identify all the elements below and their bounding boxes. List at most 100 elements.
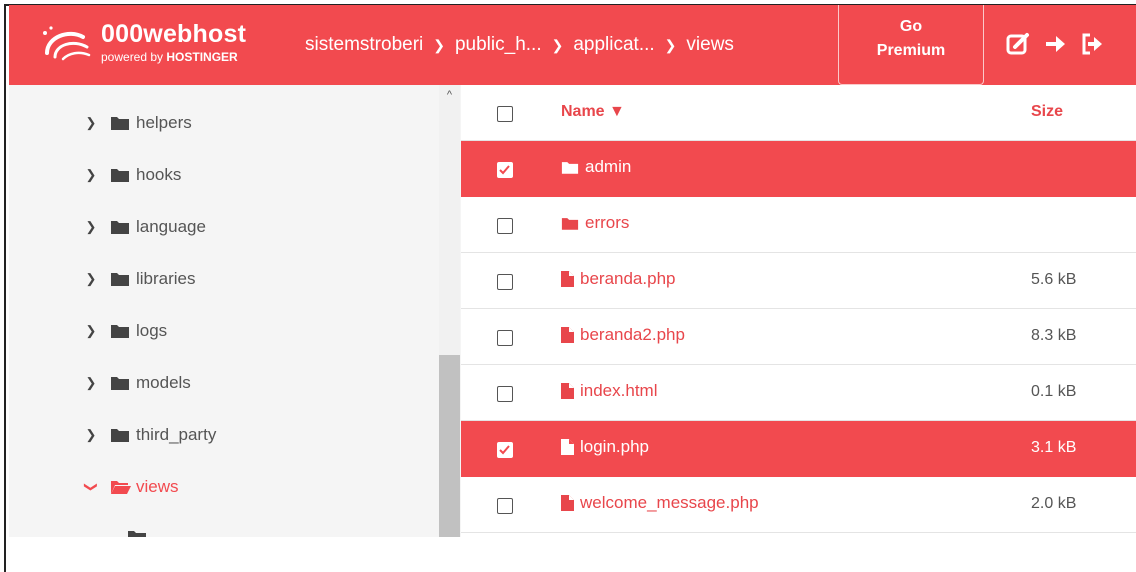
brand-sub-prefix: powered by (101, 50, 167, 64)
row-checkbox[interactable] (497, 162, 513, 178)
folder-icon (110, 271, 134, 287)
row-checkbox[interactable] (497, 274, 513, 290)
tree-item-label: logs (136, 321, 168, 340)
file-row-errors[interactable]: errors (461, 197, 1136, 253)
file-name-cell[interactable]: index.html (561, 381, 657, 401)
tree-item-partial (127, 529, 187, 537)
chevron-right-icon[interactable]: ❯ (76, 271, 106, 287)
top-bar: 000webhost powered by HOSTINGER sistemst… (9, 5, 1136, 85)
breadcrumb-item[interactable]: public_h... (449, 34, 548, 56)
chevron-right-icon[interactable]: ❯ (76, 323, 106, 339)
breadcrumb: sistemstroberi ❯ public_h... ❯ applicat.… (299, 31, 740, 59)
breadcrumb-item[interactable]: views (680, 34, 740, 56)
file-icon (561, 271, 574, 287)
file-size: 3.1 kB (1031, 439, 1077, 456)
scroll-up-icon[interactable]: ^ (439, 89, 460, 103)
tree-item-label: libraries (136, 269, 196, 288)
swirl-logo-icon (43, 26, 91, 61)
arrow-right-icon[interactable] (1043, 31, 1069, 57)
file-name: login.php (580, 437, 650, 456)
tree-item-logs[interactable]: ❯ logs (9, 311, 168, 351)
brand-subtitle: powered by HOSTINGER (101, 50, 238, 64)
chevron-down-icon[interactable]: ❯ (83, 472, 99, 502)
folder-open-icon (110, 479, 134, 495)
folder-icon (110, 375, 134, 391)
folder-tree: ❯ helpers ❯ hooks ❯ language ❯ libraries… (9, 85, 463, 537)
tree-item-label: language (136, 217, 206, 236)
chevron-right-icon[interactable]: ❯ (76, 115, 106, 131)
tree-item-label: third_party (136, 425, 217, 444)
file-icon (561, 495, 574, 511)
folder-icon (110, 427, 134, 443)
row-checkbox[interactable] (497, 498, 513, 514)
edit-icon[interactable] (1005, 31, 1031, 57)
file-size: 2.0 kB (1031, 495, 1077, 512)
name-column-header[interactable]: Name ▼ (561, 103, 625, 121)
brand-name: 000webhost (101, 20, 247, 48)
file-row-login[interactable]: login.php 3.1 kB (461, 421, 1136, 477)
breadcrumb-item[interactable]: applicat... (567, 34, 660, 56)
scrollbar-thumb[interactable] (439, 355, 460, 537)
premium-line-2: Premium (876, 42, 946, 59)
file-name-cell[interactable]: welcome_message.php (561, 493, 759, 513)
file-icon (561, 383, 574, 399)
file-name: beranda.php (580, 269, 676, 288)
tree-item-label: models (136, 373, 191, 392)
row-checkbox[interactable] (497, 442, 513, 458)
file-name-cell[interactable]: beranda2.php (561, 325, 685, 345)
tree-item-libraries[interactable]: ❯ libraries (9, 259, 196, 299)
file-row-beranda[interactable]: beranda.php 5.6 kB (461, 253, 1136, 309)
folder-icon (561, 161, 579, 174)
file-row-admin[interactable]: admin (461, 141, 1136, 197)
chevron-right-icon: ❯ (551, 36, 564, 53)
file-name: index.html (580, 381, 658, 400)
row-checkbox[interactable] (497, 330, 513, 346)
brand-logo[interactable]: 000webhost powered by HOSTINGER (39, 19, 279, 67)
row-checkbox[interactable] (497, 218, 513, 234)
file-list: Name ▼ Size admin errors beranda.php 5.6… (461, 85, 1136, 537)
file-name-cell[interactable]: login.php (561, 437, 649, 457)
file-name: welcome_message.php (580, 493, 759, 512)
chevron-right-icon[interactable]: ❯ (76, 375, 106, 391)
file-list-header: Name ▼ Size (461, 85, 1136, 141)
row-checkbox[interactable] (497, 386, 513, 402)
file-name: errors (585, 213, 630, 232)
file-name-cell[interactable]: beranda.php (561, 269, 675, 289)
file-manager-app: 000webhost powered by HOSTINGER sistemst… (9, 5, 1136, 537)
folder-icon (561, 217, 579, 230)
tree-item-views[interactable]: ❯ views (9, 467, 179, 507)
tree-item-hooks[interactable]: ❯ hooks (9, 155, 182, 195)
logout-icon[interactable] (1079, 31, 1105, 57)
file-row-index[interactable]: index.html 0.1 kB (461, 365, 1136, 421)
file-row-welcome-message[interactable]: welcome_message.php 2.0 kB (461, 477, 1136, 533)
file-row-beranda2[interactable]: beranda2.php 8.3 kB (461, 309, 1136, 365)
tree-item-helpers[interactable]: ❯ helpers (9, 103, 192, 143)
size-column-header[interactable]: Size (1031, 103, 1063, 121)
chevron-right-icon[interactable]: ❯ (76, 427, 106, 443)
premium-line-1: Go (899, 18, 923, 35)
file-icon (561, 439, 574, 455)
file-name: beranda2.php (580, 325, 685, 344)
folder-icon (110, 115, 134, 131)
chevron-right-icon[interactable]: ❯ (76, 219, 106, 235)
folder-icon (110, 219, 134, 235)
folder-icon (110, 323, 134, 339)
breadcrumb-item[interactable]: sistemstroberi (299, 34, 429, 56)
tree-item-label: helpers (136, 113, 192, 132)
file-size: 0.1 kB (1031, 383, 1077, 400)
file-name-cell[interactable]: errors (561, 213, 629, 233)
tree-item-label: views (136, 477, 179, 496)
tree-item-models[interactable]: ❯ models (9, 363, 191, 403)
folder-icon (110, 167, 134, 183)
file-name: admin (585, 157, 632, 176)
tree-item-language[interactable]: ❯ language (9, 207, 206, 247)
tree-item-label: hooks (136, 165, 182, 184)
select-all-checkbox[interactable] (497, 106, 513, 122)
tree-item-third-party[interactable]: ❯ third_party (9, 415, 217, 455)
file-size: 8.3 kB (1031, 327, 1077, 344)
file-name-cell[interactable]: admin (561, 157, 631, 177)
file-icon (561, 327, 574, 343)
chevron-right-icon[interactable]: ❯ (76, 167, 106, 183)
go-premium-button[interactable]: Go Premium (838, 5, 984, 85)
brand-sub-strong: HOSTINGER (166, 50, 238, 64)
